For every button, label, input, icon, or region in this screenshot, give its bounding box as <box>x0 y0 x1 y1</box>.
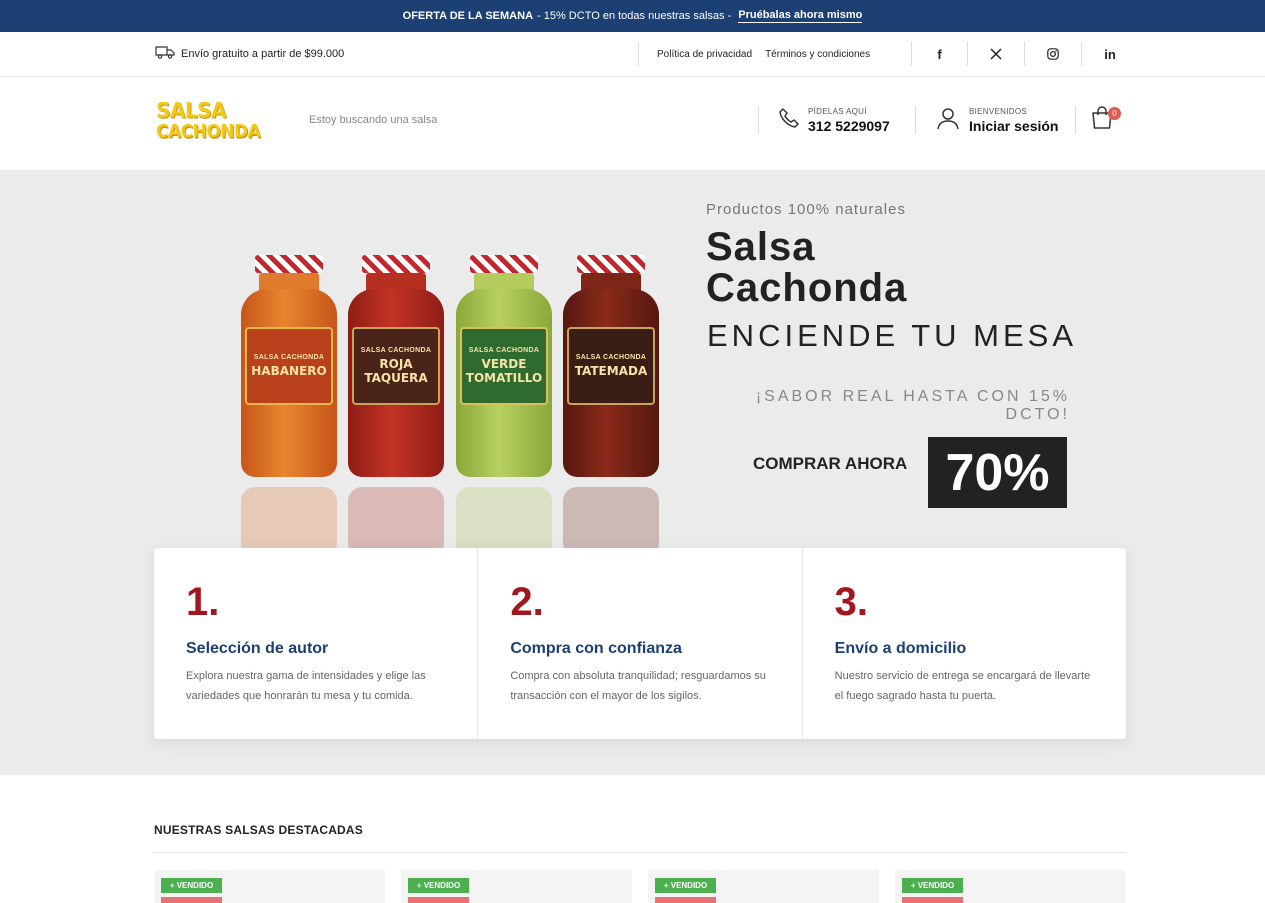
section-divider <box>154 852 1126 853</box>
phone-contact[interactable]: PÍDELAS AQUÍ 312 5229097 <box>758 106 890 134</box>
best-seller-badge: + VENDIDO <box>408 878 469 893</box>
welcome-label: BIENVENIDOS <box>969 106 1027 116</box>
feature-desc: Nuestro servicio de entrega se encargará… <box>834 670 1091 702</box>
cart-count-badge: 0 <box>1108 107 1121 120</box>
buy-now-button[interactable]: COMPRAR AHORA <box>753 454 907 474</box>
bottle-name: HABANERO <box>251 364 327 378</box>
phone-label: PÍDELAS AQUÍ <box>808 106 867 116</box>
phone-icon <box>778 107 800 134</box>
best-seller-badge: + VENDIDO <box>161 878 222 893</box>
feature-number: 3. <box>834 580 869 624</box>
sale-badge <box>408 897 469 903</box>
feature-item: 2. Compra con confianza Compra con absol… <box>478 548 803 739</box>
logo-line2: CACHONDA <box>156 121 261 143</box>
feature-title: Envío a domicilio <box>834 640 967 657</box>
user-icon <box>936 106 960 135</box>
feature-desc: Compra con absoluta tranquilidad; resgua… <box>510 670 766 702</box>
bottle-name: ROJA TAQUERA <box>364 357 428 385</box>
product-card[interactable]: + VENDIDO <box>895 870 1126 903</box>
shipping-text: Envío gratuito a partir de $99.000 <box>181 47 345 60</box>
feature-number: 1. <box>186 580 220 624</box>
terms-link[interactable]: Términos y condiciones <box>765 49 870 60</box>
instagram-icon[interactable] <box>1024 42 1081 66</box>
product-bottles-image: SALSA CACHONDA HABANERO SALSA CACHONDA R… <box>236 250 666 557</box>
shipping-info: Envío gratuito a partir de $99.000 <box>155 45 344 62</box>
discount-badge[interactable]: 70% <box>928 437 1067 508</box>
sale-badge <box>655 897 716 903</box>
feature-item: 1. Selección de autor Explora nuestra ga… <box>154 548 479 739</box>
sale-badge <box>161 897 222 903</box>
logo[interactable]: SALSA CACHONDA <box>156 97 261 147</box>
promo-link[interactable]: Pruébalas ahora mismo <box>738 9 863 23</box>
site-header: SALSA CACHONDA Estoy buscando una salsa … <box>0 77 1265 170</box>
linkedin-icon[interactable]: in <box>1081 42 1138 66</box>
login-label: Iniciar sesión <box>969 117 1059 134</box>
promo-bar: OFERTA DE LA SEMANA - 15% DCTO en todas … <box>0 0 1265 32</box>
bottle-roja-taquera: SALSA CACHONDA ROJA TAQUERA <box>348 255 444 557</box>
social-links: f in <box>911 42 1138 66</box>
cart-button[interactable]: 0 <box>1075 105 1121 134</box>
best-seller-badge: + VENDIDO <box>902 878 963 893</box>
bottle-habanero: SALSA CACHONDA HABANERO <box>241 255 337 557</box>
feature-item: 3. Envío a domicilio Nuestro servicio de… <box>803 548 1126 739</box>
feature-number: 2. <box>510 580 544 624</box>
utility-bar: Envío gratuito a partir de $99.000 Polít… <box>0 32 1265 77</box>
hero-title-line1: Salsa <box>706 225 816 269</box>
bottle-brand: SALSA CACHONDA <box>253 354 325 361</box>
feature-title: Compra con confianza <box>510 640 682 657</box>
hero-note: ¡SABOR REAL HASTA CON 15% DCTO! <box>755 388 1070 423</box>
bottle-verde-tomatillo: SALSA CACHONDA VERDE TOMATILLO <box>456 255 552 557</box>
bottle-brand: SALSA CACHONDA <box>575 354 647 361</box>
search-input[interactable]: Estoy buscando una salsa <box>309 114 437 126</box>
truck-icon <box>155 45 175 62</box>
hero-title-line2: Cachonda <box>706 266 908 310</box>
phone-number: 312 5229097 <box>808 117 890 134</box>
policy-links: Política de privacidad Términos y condic… <box>638 42 870 66</box>
promo-text: - 15% DCTO en todas nuestras salsas - <box>537 10 732 22</box>
sale-badge <box>902 897 963 903</box>
hero-title: Salsa Cachonda <box>706 227 907 309</box>
feature-title: Selección de autor <box>186 640 329 657</box>
feature-desc: Explora nuestra gama de intensidades y e… <box>186 670 426 702</box>
product-card[interactable]: + VENDIDO <box>648 870 879 903</box>
bottle-brand: SALSA CACHONDA <box>360 347 432 354</box>
promo-headline: OFERTA DE LA SEMANA <box>402 10 534 22</box>
hero-eyebrow: Productos 100% naturales <box>706 201 906 218</box>
bottle-name: TATEMADA <box>574 364 648 378</box>
logo-line1: SALSA <box>156 97 227 123</box>
hero-subtitle: ENCIENDE TU MESA <box>707 318 1078 353</box>
features-card: 1. Selección de autor Explora nuestra ga… <box>154 548 1126 739</box>
facebook-icon[interactable]: f <box>911 42 967 66</box>
privacy-link[interactable]: Política de privacidad <box>657 49 752 60</box>
product-card[interactable]: + VENDIDO <box>154 870 385 903</box>
login-button[interactable]: BIENVENIDOS Iniciar sesión <box>915 106 1058 134</box>
bottle-tatemada: SALSA CACHONDA TATEMADA <box>563 255 659 557</box>
x-icon[interactable] <box>967 42 1024 66</box>
bottle-brand: SALSA CACHONDA <box>468 347 540 354</box>
featured-section-title: NUESTRAS SALSAS DESTACADAS <box>154 823 363 837</box>
best-seller-badge: + VENDIDO <box>655 878 716 893</box>
product-card[interactable]: + VENDIDO <box>401 870 632 903</box>
bottle-name: VERDE TOMATILLO <box>465 357 543 385</box>
